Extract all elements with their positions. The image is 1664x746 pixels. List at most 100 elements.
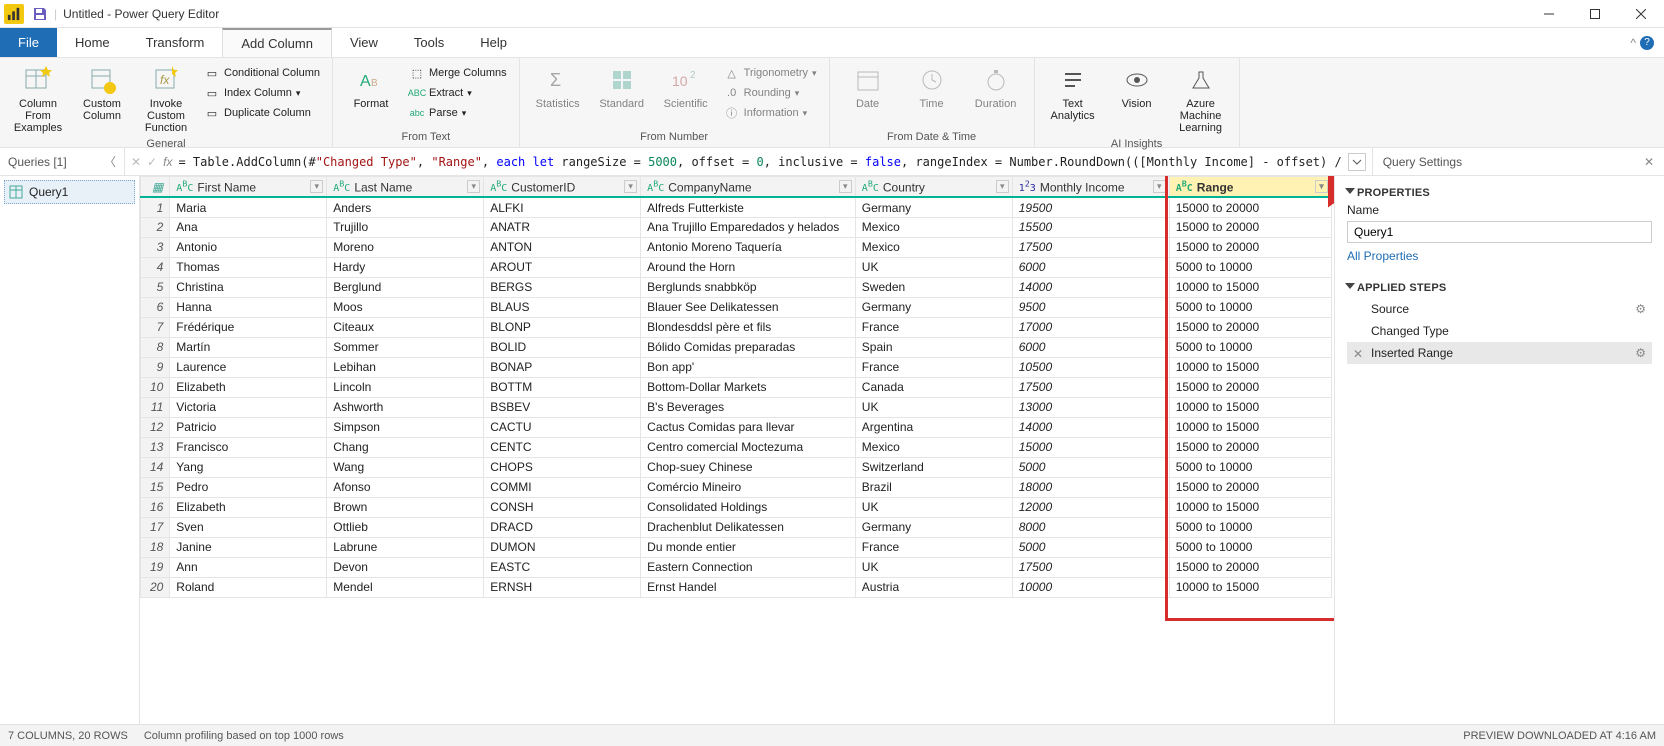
cell[interactable]: Berglund xyxy=(327,277,484,297)
cell[interactable]: BLAUS xyxy=(484,297,641,317)
filter-icon[interactable]: ▾ xyxy=(996,180,1009,193)
filter-icon[interactable]: ▾ xyxy=(839,180,852,193)
row-number[interactable]: 11 xyxy=(141,397,170,417)
filter-icon[interactable]: ▾ xyxy=(1315,180,1328,193)
cell[interactable]: Drachenblut Delikatessen xyxy=(641,517,856,537)
cell[interactable]: Elizabeth xyxy=(170,497,327,517)
parse-button[interactable]: abcParse▾ xyxy=(407,104,509,122)
cell[interactable]: UK xyxy=(855,497,1012,517)
formula-text[interactable]: = Table.AddColumn(#"Changed Type", "Rang… xyxy=(178,155,1341,169)
data-grid[interactable]: ▦ABCFirst Name▾ABCLast Name▾ABCCustomerI… xyxy=(140,176,1332,598)
row-number[interactable]: 4 xyxy=(141,257,170,277)
cell[interactable]: Consolidated Holdings xyxy=(641,497,856,517)
cell[interactable]: Ana xyxy=(170,217,327,237)
cell[interactable]: 17500 xyxy=(1012,557,1169,577)
row-number[interactable]: 18 xyxy=(141,537,170,557)
cell[interactable]: Blondesddsl père et fils xyxy=(641,317,856,337)
row-number[interactable]: 17 xyxy=(141,517,170,537)
cell[interactable]: Spain xyxy=(855,337,1012,357)
tab-transform[interactable]: Transform xyxy=(128,28,223,57)
save-icon[interactable] xyxy=(32,6,48,22)
cell[interactable]: 17500 xyxy=(1012,237,1169,257)
tab-file[interactable]: File xyxy=(0,28,57,57)
cell[interactable]: Lebihan xyxy=(327,357,484,377)
cell[interactable]: 15000 to 20000 xyxy=(1169,437,1331,457)
fx-icon[interactable]: fx xyxy=(163,155,172,169)
row-number[interactable]: 7 xyxy=(141,317,170,337)
cell[interactable]: 17000 xyxy=(1012,317,1169,337)
cell[interactable]: Thomas xyxy=(170,257,327,277)
cell[interactable]: Germany xyxy=(855,517,1012,537)
cell[interactable]: France xyxy=(855,537,1012,557)
cell[interactable]: Maria xyxy=(170,197,327,217)
cell[interactable]: Mexico xyxy=(855,237,1012,257)
cell[interactable]: Victoria xyxy=(170,397,327,417)
cell[interactable]: Brazil xyxy=(855,477,1012,497)
column-header-lastname[interactable]: ABCLast Name▾ xyxy=(327,177,484,198)
cell[interactable]: BSBEV xyxy=(484,397,641,417)
cell[interactable]: 10000 to 15000 xyxy=(1169,277,1331,297)
index-column-button[interactable]: ▭Index Column▾ xyxy=(202,84,322,102)
cell[interactable]: AROUT xyxy=(484,257,641,277)
statistics-button[interactable]: ΣStatistics xyxy=(528,60,588,114)
cell[interactable]: 10000 to 15000 xyxy=(1169,397,1331,417)
cell[interactable]: DRACD xyxy=(484,517,641,537)
row-number[interactable]: 20 xyxy=(141,577,170,597)
cell[interactable]: 6000 xyxy=(1012,257,1169,277)
vision-button[interactable]: Vision xyxy=(1107,60,1167,114)
row-number[interactable]: 3 xyxy=(141,237,170,257)
cancel-formula-icon[interactable]: ✕ xyxy=(131,155,141,169)
cell[interactable]: Centro comercial Moctezuma xyxy=(641,437,856,457)
cell[interactable]: BLONP xyxy=(484,317,641,337)
column-header-monthlyincome[interactable]: 123Monthly Income▾ xyxy=(1012,177,1169,198)
cell[interactable]: Hanna xyxy=(170,297,327,317)
cell[interactable]: Mexico xyxy=(855,217,1012,237)
cell[interactable]: 15000 to 20000 xyxy=(1169,237,1331,257)
cell[interactable]: Laurence xyxy=(170,357,327,377)
cell[interactable]: Moreno xyxy=(327,237,484,257)
cell[interactable]: Chang xyxy=(327,437,484,457)
applied-step[interactable]: ✕Inserted Range⚙ xyxy=(1347,342,1652,364)
cell[interactable]: France xyxy=(855,317,1012,337)
cell[interactable]: UK xyxy=(855,557,1012,577)
cell[interactable]: ALFKI xyxy=(484,197,641,217)
cell[interactable]: CENTC xyxy=(484,437,641,457)
cell[interactable]: BONAP xyxy=(484,357,641,377)
cell[interactable]: 8000 xyxy=(1012,517,1169,537)
formula-bar[interactable]: ✕ ✓ fx = Table.AddColumn(#"Changed Type"… xyxy=(125,148,1372,175)
cell[interactable]: Ernst Handel xyxy=(641,577,856,597)
cell[interactable]: 15000 xyxy=(1012,437,1169,457)
cell[interactable]: CACTU xyxy=(484,417,641,437)
cell[interactable]: 15000 to 20000 xyxy=(1169,377,1331,397)
cell[interactable]: Christina xyxy=(170,277,327,297)
cell[interactable]: 5000 xyxy=(1012,537,1169,557)
cell[interactable]: Alfreds Futterkiste xyxy=(641,197,856,217)
cell[interactable]: Germany xyxy=(855,197,1012,217)
extract-button[interactable]: ABCExtract▾ xyxy=(407,84,509,102)
cell[interactable]: 9500 xyxy=(1012,297,1169,317)
cell[interactable]: Hardy xyxy=(327,257,484,277)
cell[interactable]: Antonio Moreno Taquería xyxy=(641,237,856,257)
cell[interactable]: Labrune xyxy=(327,537,484,557)
column-header-firstname[interactable]: ABCFirst Name▾ xyxy=(170,177,327,198)
row-number[interactable]: 19 xyxy=(141,557,170,577)
tab-help[interactable]: Help xyxy=(462,28,525,57)
cell[interactable]: 15000 to 20000 xyxy=(1169,217,1331,237)
cell[interactable]: Germany xyxy=(855,297,1012,317)
cell[interactable]: 18000 xyxy=(1012,477,1169,497)
duplicate-column-button[interactable]: ▭Duplicate Column xyxy=(202,104,322,122)
cell[interactable]: BERGS xyxy=(484,277,641,297)
cell[interactable]: Bottom-Dollar Markets xyxy=(641,377,856,397)
cell[interactable]: Trujillo xyxy=(327,217,484,237)
cell[interactable]: Citeaux xyxy=(327,317,484,337)
conditional-column-button[interactable]: ▭Conditional Column xyxy=(202,64,322,82)
delete-step-icon[interactable]: ✕ xyxy=(1353,347,1363,361)
close-icon[interactable]: ✕ xyxy=(1644,155,1654,169)
row-number[interactable]: 16 xyxy=(141,497,170,517)
row-number[interactable]: 15 xyxy=(141,477,170,497)
cell[interactable]: 15500 xyxy=(1012,217,1169,237)
cell[interactable]: Afonso xyxy=(327,477,484,497)
gear-icon[interactable]: ⚙ xyxy=(1635,302,1646,316)
cell[interactable]: EASTC xyxy=(484,557,641,577)
cell[interactable]: 19500 xyxy=(1012,197,1169,217)
